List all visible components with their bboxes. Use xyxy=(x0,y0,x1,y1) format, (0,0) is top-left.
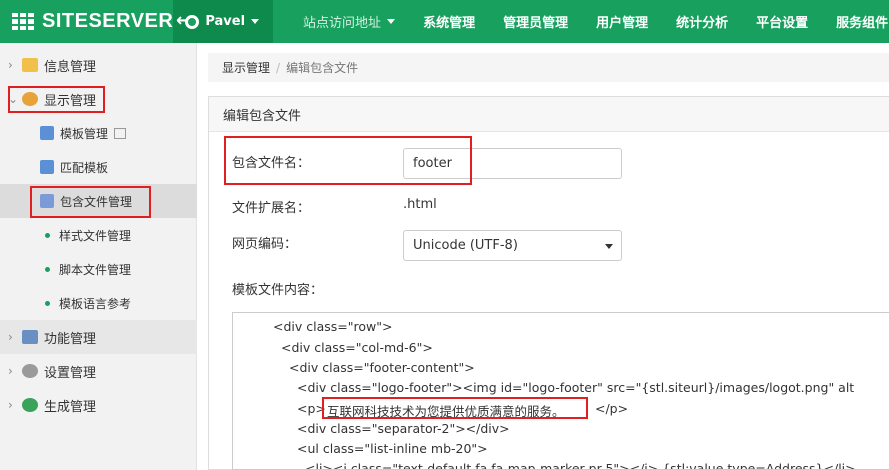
chevron-right-icon: › xyxy=(8,330,13,344)
code-line: <li><i class="text-default fa fa-map-mar… xyxy=(305,461,856,470)
code-line: <p> xyxy=(297,401,326,416)
breadcrumb-separator: / xyxy=(276,60,281,75)
extension-label: 文件扩展名： xyxy=(232,201,311,216)
folder-icon xyxy=(22,58,38,72)
user-name: Pavel xyxy=(205,14,246,29)
breadcrumb: 显示管理 / 编辑包含文件 xyxy=(208,53,889,82)
nav-users[interactable]: 用户管理 xyxy=(582,0,662,43)
caret-down-icon xyxy=(387,19,396,24)
globe-icon xyxy=(185,14,200,29)
top-navbar: SITESERVER ← Pavel 站点访问地址 系统管理 管理员管理 用户管… xyxy=(0,0,889,43)
chevron-right-icon: › xyxy=(8,364,13,378)
external-link-icon[interactable] xyxy=(114,127,127,139)
extension-value: .html xyxy=(403,197,437,212)
caret-down-icon xyxy=(251,19,260,24)
sidebar-item-includes[interactable]: 包含文件管理 xyxy=(0,184,197,218)
nav-site-url[interactable]: 站点访问地址 xyxy=(273,0,409,43)
sidebar-item-templates[interactable]: 模板管理 xyxy=(0,116,197,150)
match-icon xyxy=(40,160,54,174)
nav-services[interactable]: 服务组件 xyxy=(822,0,889,43)
code-line: <div class="row"> xyxy=(273,319,393,334)
caret-down-icon xyxy=(605,244,613,249)
bullet-icon xyxy=(45,266,50,272)
code-line: <ul class="list-inline mb-20"> xyxy=(297,441,488,456)
bullet-icon xyxy=(45,300,50,306)
sidebar-item-info[interactable]: › 信息管理 xyxy=(0,48,197,82)
grid-icon xyxy=(12,12,34,31)
sidebar-item-functions[interactable]: › 功能管理 xyxy=(0,320,197,354)
template-content-editor[interactable]: <div class="row"> <div class="col-md-6">… xyxy=(232,312,889,470)
sidebar-item-scripts[interactable]: 脚本文件管理 xyxy=(0,252,197,286)
nav-platform[interactable]: 平台设置 xyxy=(742,0,822,43)
nav-admin[interactable]: 管理员管理 xyxy=(489,0,582,43)
brand-logo[interactable]: SITESERVER ← xyxy=(0,0,191,43)
chevron-right-icon: › xyxy=(8,398,13,412)
nav-system[interactable]: 系统管理 xyxy=(409,0,489,43)
code-line: <div class="footer-content"> xyxy=(289,360,475,375)
globe-icon xyxy=(22,398,38,412)
sidebar-item-stl-reference[interactable]: 模板语言参考 xyxy=(0,286,197,320)
code-line: </p> xyxy=(595,401,629,416)
sidebar-item-match[interactable]: 匹配模板 xyxy=(0,150,197,184)
encoding-label: 网页编码： xyxy=(232,237,298,252)
code-line: <div class="separator-2"></div> xyxy=(297,421,510,436)
content-label: 模板文件内容： xyxy=(232,283,324,298)
gear-icon xyxy=(22,364,38,378)
code-line: <div class="col-md-6"> xyxy=(281,340,433,355)
breadcrumb-current: 编辑包含文件 xyxy=(286,61,359,75)
brand-name: SITESERVER xyxy=(42,10,174,32)
sidebar: › 信息管理 ⌄ 显示管理 模板管理 匹配模板 包含文件管理 样式文件管理 脚本… xyxy=(0,43,197,470)
chevron-right-icon: › xyxy=(8,58,13,72)
sidebar-item-styles[interactable]: 样式文件管理 xyxy=(0,218,197,252)
font-icon xyxy=(40,194,54,208)
nav-stats[interactable]: 统计分析 xyxy=(662,0,742,43)
chevron-down-icon: ⌄ xyxy=(8,92,19,106)
display-icon xyxy=(22,92,38,106)
code-line: <div class="logo-footer"><img id="logo-f… xyxy=(297,380,855,395)
code-line-highlighted-text: 互联网科技技术为您提供优质满意的服务。 xyxy=(327,404,565,419)
sidebar-item-settings[interactable]: › 设置管理 xyxy=(0,354,197,388)
panel-title: 编辑包含文件 xyxy=(209,97,889,132)
wrench-icon xyxy=(22,330,38,344)
bullet-icon xyxy=(45,232,50,238)
encoding-select[interactable]: Unicode (UTF-8) xyxy=(403,230,622,261)
template-icon xyxy=(40,126,54,140)
filename-input[interactable]: footer xyxy=(403,148,622,179)
sidebar-item-generate[interactable]: › 生成管理 xyxy=(0,388,197,422)
user-menu[interactable]: Pavel xyxy=(173,0,274,43)
filename-label: 包含文件名： xyxy=(232,156,311,171)
sidebar-item-display[interactable]: ⌄ 显示管理 xyxy=(0,82,197,116)
breadcrumb-parent[interactable]: 显示管理 xyxy=(222,59,270,76)
